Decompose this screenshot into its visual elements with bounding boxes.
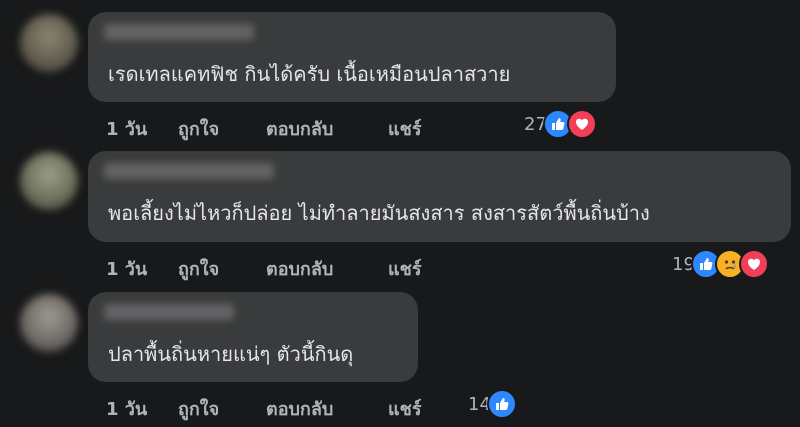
reply-link[interactable]: ตอบกลับ xyxy=(266,394,388,423)
comment-timestamp[interactable]: 1 วัน xyxy=(106,254,178,283)
comment-text: เรดเทลแคทฟิช กินได้ครับ เนื้อเหมือนปลาสว… xyxy=(108,62,511,86)
love-icon xyxy=(566,109,597,139)
reaction-summary[interactable]: 14 xyxy=(468,389,517,419)
avatar[interactable] xyxy=(20,294,78,352)
like-icon xyxy=(486,389,517,419)
comment-actions: 1 วัน ถูกใจ ตอบกลับ แชร์ xyxy=(106,254,422,283)
comment-actions: 1 วัน ถูกใจ ตอบกลับ แชร์ xyxy=(106,394,422,423)
comment-text: ปลาพื้นถิ่นหายแน่ๆ ตัวนี้กินดุ xyxy=(108,342,354,366)
like-link[interactable]: ถูกใจ xyxy=(178,114,266,143)
reply-link[interactable]: ตอบกลับ xyxy=(266,114,388,143)
comment-text: พอเลี้ยงไม่ไหวก็ปล่อย ไม่ทำลายมันสงสาร ส… xyxy=(108,201,650,225)
avatar[interactable] xyxy=(20,14,78,72)
commenter-name[interactable] xyxy=(104,304,234,320)
comment-bubble: ปลาพื้นถิ่นหายแน่ๆ ตัวนี้กินดุ xyxy=(88,292,418,382)
love-icon xyxy=(738,249,769,279)
share-link[interactable]: แชร์ xyxy=(388,394,422,423)
comment-timestamp[interactable]: 1 วัน xyxy=(106,394,178,423)
comment-timestamp[interactable]: 1 วัน xyxy=(106,114,178,143)
commenter-name[interactable] xyxy=(104,163,274,179)
reaction-summary[interactable]: 19 xyxy=(672,249,769,279)
share-link[interactable]: แชร์ xyxy=(388,114,422,143)
like-link[interactable]: ถูกใจ xyxy=(178,254,266,283)
like-link[interactable]: ถูกใจ xyxy=(178,394,266,423)
comment-bubble: พอเลี้ยงไม่ไหวก็ปล่อย ไม่ทำลายมันสงสาร ส… xyxy=(88,151,791,242)
comment-actions: 1 วัน ถูกใจ ตอบกลับ แชร์ xyxy=(106,114,422,143)
avatar[interactable] xyxy=(20,152,78,210)
share-link[interactable]: แชร์ xyxy=(388,254,422,283)
comment-bubble: เรดเทลแคทฟิช กินได้ครับ เนื้อเหมือนปลาสว… xyxy=(88,12,616,102)
reply-link[interactable]: ตอบกลับ xyxy=(266,254,388,283)
commenter-name[interactable] xyxy=(104,24,254,40)
reaction-summary[interactable]: 27 xyxy=(524,109,597,139)
